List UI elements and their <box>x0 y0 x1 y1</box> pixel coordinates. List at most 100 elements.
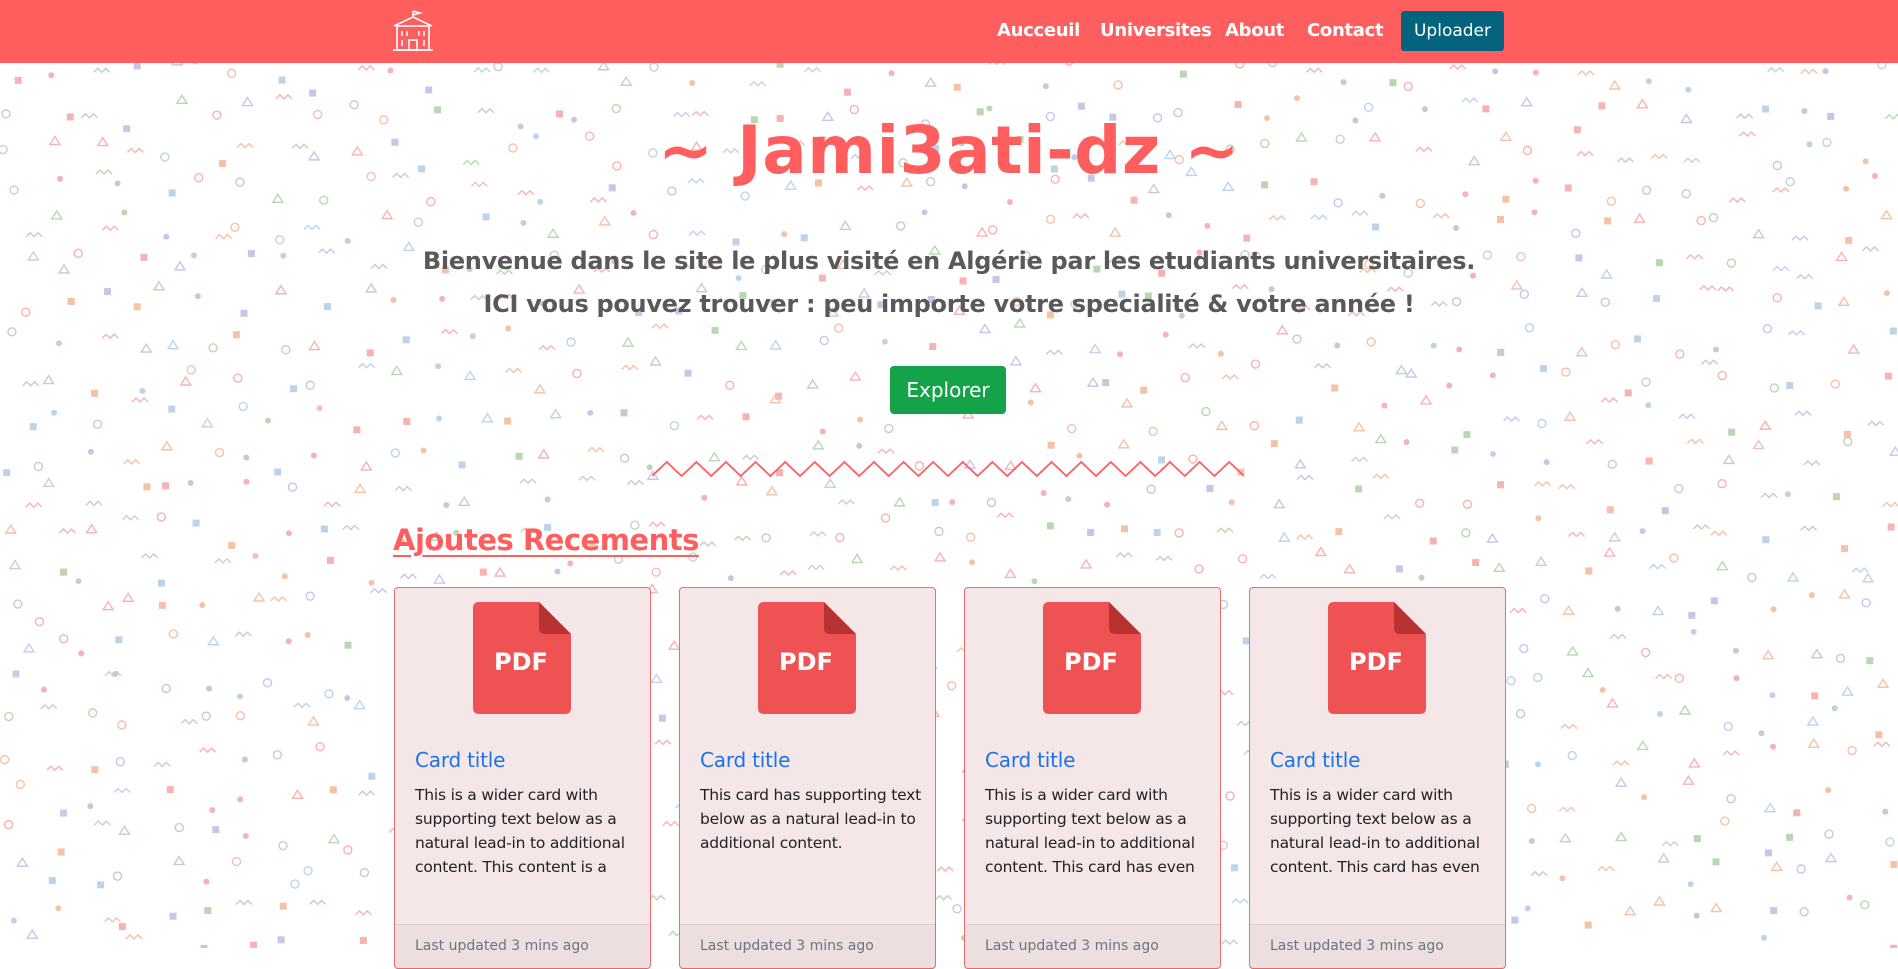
card-title[interactable]: Card title <box>1270 748 1360 772</box>
confetti-shape <box>1296 534 1314 541</box>
confetti-shape <box>1585 567 1593 575</box>
confetti-shape <box>1042 83 1049 90</box>
confetti-shape <box>1830 379 1841 389</box>
confetti-shape <box>1612 760 1630 767</box>
confetti-shape <box>1331 384 1339 392</box>
confetti-shape <box>587 446 605 453</box>
confetti-shape <box>290 385 298 393</box>
confetti-shape <box>1843 436 1853 447</box>
nav-link-about[interactable]: About <box>1225 20 1284 41</box>
confetti-shape <box>1072 213 1090 220</box>
confetti-shape <box>4 523 18 534</box>
confetti-shape <box>1383 513 1401 520</box>
confetti-shape <box>1215 420 1229 431</box>
confetti-shape <box>369 587 387 594</box>
confetti-shape <box>895 221 906 231</box>
confetti-shape <box>344 237 351 244</box>
confetti-shape <box>1712 346 1719 353</box>
confetti-shape <box>1824 852 1838 863</box>
confetti-shape <box>272 750 283 760</box>
confetti-shape <box>46 765 64 772</box>
confetti-shape <box>1558 806 1576 813</box>
section-title: Ajoutes Recements <box>393 523 699 557</box>
nav-link-universites[interactable]: Universites <box>1100 20 1212 41</box>
confetti-shape <box>1866 657 1874 665</box>
confetti-shape <box>934 526 944 537</box>
document-card[interactable]: PDF Card title This is a wider card with… <box>964 587 1221 969</box>
confetti-shape <box>1121 525 1129 533</box>
confetti-shape <box>118 824 131 835</box>
nav-link-contact[interactable]: Contact <box>1307 20 1384 41</box>
confetti-shape <box>1568 531 1586 538</box>
confetti-shape <box>1645 457 1653 465</box>
confetti-shape <box>857 416 864 423</box>
explorer-button[interactable]: Explorer <box>890 366 1006 414</box>
confetti-shape <box>342 524 360 531</box>
svg-text:PDF: PDF <box>1064 648 1118 676</box>
confetti-shape <box>1086 376 1100 387</box>
pdf-file-icon: PDF <box>473 602 571 714</box>
confetti-shape <box>1661 840 1679 847</box>
confetti-shape <box>1712 858 1720 866</box>
confetti-shape <box>1230 864 1238 872</box>
confetti-shape <box>1763 802 1777 813</box>
confetti-shape <box>1875 731 1883 739</box>
confetti-shape <box>1531 209 1538 216</box>
hero-subtitle-line-1: Bienvenue dans le site le plus visité en… <box>422 247 1476 275</box>
confetti-shape <box>1276 324 1289 335</box>
confetti-shape <box>1526 803 1537 814</box>
confetti-shape <box>1806 715 1820 726</box>
confetti-shape <box>390 448 401 458</box>
confetti-shape <box>228 541 236 549</box>
confetti-shape <box>996 512 1014 519</box>
confetti-shape <box>308 340 321 351</box>
confetti-shape <box>380 209 394 220</box>
university-building-icon[interactable] <box>391 10 435 52</box>
confetti-shape <box>1889 445 1898 456</box>
confetti-shape <box>215 233 233 240</box>
confetti-shape <box>807 564 825 571</box>
confetti-shape <box>975 226 989 237</box>
confetti-shape <box>1841 545 1849 553</box>
confetti-shape <box>55 905 62 912</box>
nav-link-aucceuil[interactable]: Aucceuil <box>997 20 1080 41</box>
confetti-shape <box>357 64 375 71</box>
confetti-shape <box>877 448 895 455</box>
confetti-shape <box>1520 96 1533 107</box>
document-card[interactable]: PDF Card title This is a wider card with… <box>1249 587 1506 969</box>
confetti-shape <box>1009 355 1023 366</box>
document-card[interactable]: PDF Card title This is a wider card with… <box>394 587 651 969</box>
confetti-shape <box>277 936 285 944</box>
confetti-shape <box>1640 794 1647 801</box>
confetti-shape <box>358 362 376 369</box>
confetti-shape <box>85 500 103 507</box>
confetti-shape <box>1567 750 1577 761</box>
confetti-shape <box>1524 905 1531 912</box>
confetti-shape <box>1451 446 1459 454</box>
confetti-shape <box>1685 86 1692 93</box>
confetti-shape <box>1747 572 1757 583</box>
confetti-shape <box>481 412 494 423</box>
confetti-shape <box>168 405 176 413</box>
confetti-shape <box>1655 673 1673 680</box>
confetti-shape <box>1832 493 1840 501</box>
confetti-shape <box>175 94 189 105</box>
confetti-shape <box>403 418 411 426</box>
card-footer-text: Last updated 3 mins ago <box>1270 938 1444 954</box>
confetti-shape <box>1614 605 1621 612</box>
confetti-shape <box>91 389 99 397</box>
card-title[interactable]: Card title <box>985 748 1075 772</box>
document-card[interactable]: PDF Card title This card has supporting … <box>679 587 936 969</box>
confetti-shape <box>818 274 826 282</box>
confetti-shape <box>566 337 576 347</box>
confetti-shape <box>888 70 895 77</box>
confetti-shape <box>1770 861 1783 872</box>
card-title[interactable]: Card title <box>700 748 790 772</box>
confetti-shape <box>303 866 313 876</box>
confetti-shape <box>987 225 998 235</box>
uploader-button[interactable]: Uploader <box>1401 11 1504 51</box>
card-title[interactable]: Card title <box>415 748 505 772</box>
confetti-shape <box>358 790 375 797</box>
confetti-shape <box>1799 907 1809 917</box>
confetti-shape <box>1540 365 1548 373</box>
